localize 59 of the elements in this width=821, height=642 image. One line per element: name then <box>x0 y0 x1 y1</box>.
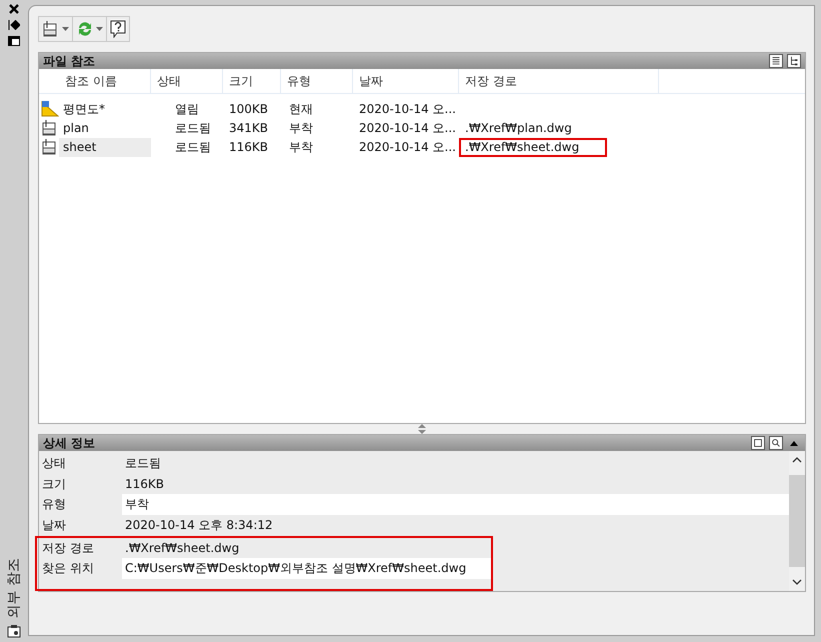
table-cell-text: .₩Xref₩plan.dwg <box>464 120 573 137</box>
detail-label: 유형 <box>41 496 67 514</box>
detail-label: 날짜 <box>41 516 67 534</box>
detail-label: 찾은 위치 <box>41 560 95 578</box>
help-button[interactable] <box>106 16 130 42</box>
properties-icon[interactable] <box>8 36 20 46</box>
scroll-down-icon[interactable] <box>792 577 802 587</box>
detail-label: 저장 경로 <box>41 540 95 557</box>
auto-hide-icon[interactable] <box>8 20 20 30</box>
table-row[interactable]: plan 로드됨 341KB 부착 2020-10-14 오... .₩Xref₩plan.dwg <box>39 119 805 138</box>
table-cell-text: 평면도* <box>62 101 106 118</box>
table-cell-text: 2020-10-14 오... <box>358 139 457 156</box>
column-header[interactable]: 참조 이름 <box>59 69 151 93</box>
detail-value: 2020-10-14 오후 8:34:12 <box>124 516 274 534</box>
table-cell-text: 현재 <box>288 101 314 118</box>
caret-icon <box>62 27 69 31</box>
detail-label: 상태 <box>41 454 67 472</box>
panel-title: 상세 정보 <box>43 434 96 452</box>
table-cell-text: 2020-10-14 오... <box>358 101 457 118</box>
column-header[interactable]: 날짜 <box>353 69 459 93</box>
table-cell-text: plan <box>62 120 90 137</box>
detail-value: 로드됨 <box>124 454 162 472</box>
scrollbar[interactable] <box>789 451 805 591</box>
column-header[interactable]: 상태 <box>151 69 223 93</box>
drawing-file-icon <box>41 100 59 118</box>
panel-title: 파일 참조 <box>43 52 96 70</box>
table-cell-text: 2020-10-14 오... <box>358 120 457 137</box>
detail-value: .₩Xref₩sheet.dwg <box>124 540 240 558</box>
close-icon[interactable] <box>9 4 19 14</box>
detail-value: 부착 <box>122 494 789 516</box>
table-row[interactable]: 평면도* 열림 100KB 현재 2020-10-14 오... <box>39 100 805 119</box>
table-cell-text: 341KB <box>228 120 270 137</box>
table-row[interactable]: sheet 로드됨 116KB 부착 2020-10-14 오... .₩Xref₩sheet.dwg <box>39 138 805 157</box>
detail-value: 116KB <box>124 476 166 493</box>
scroll-up-icon[interactable] <box>792 455 802 465</box>
column-header[interactable]: 저장 경로 <box>459 69 659 93</box>
zoom-icon[interactable] <box>769 436 783 450</box>
detail-value: C:₩Users₩준₩Desktop₩외부참조 설명₩Xref₩sheet.dwg <box>122 558 491 580</box>
table-cell-text: 로드됨 <box>174 120 212 137</box>
table-cell-text: 116KB <box>228 139 270 156</box>
table-cell-text: 100KB <box>228 101 270 118</box>
caret-icon <box>96 27 103 31</box>
table-cell-text: 열림 <box>174 101 200 118</box>
preview-icon[interactable] <box>751 436 765 450</box>
table-cell: sheet <box>59 138 151 157</box>
highlight-frame: .₩Xref₩sheet.dwg <box>459 138 608 157</box>
tree-view-icon[interactable] <box>787 54 801 68</box>
list-view-icon[interactable] <box>769 54 783 68</box>
detail-label: 크기 <box>41 476 67 492</box>
refresh-icon <box>76 20 94 38</box>
table-cell-text: 로드됨 <box>174 139 212 156</box>
table-cell-text: 부착 <box>288 120 314 137</box>
column-header[interactable]: 크기 <box>223 69 281 93</box>
attach-button[interactable] <box>38 16 73 42</box>
help-icon <box>110 20 126 38</box>
column-header[interactable]: 유형 <box>281 69 353 93</box>
palette-title: 외부 참조 <box>5 558 23 618</box>
clipboard-icon[interactable] <box>7 624 21 638</box>
table-cell-text: 부착 <box>288 139 314 156</box>
